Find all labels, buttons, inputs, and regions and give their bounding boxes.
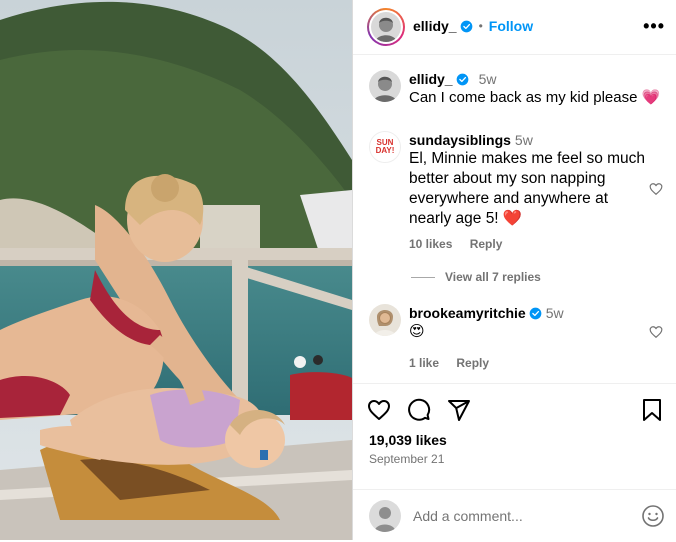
add-comment-input[interactable] — [413, 508, 623, 524]
save-bookmark-icon[interactable] — [641, 398, 663, 422]
post-author-username[interactable]: ellidy_ — [413, 18, 457, 34]
post-header: ellidy_ • Follow ••• — [353, 0, 676, 55]
comment-time[interactable]: 5w — [515, 132, 533, 148]
like-heart-icon[interactable] — [367, 398, 391, 422]
comment-username[interactable]: brookeamyritchie — [409, 305, 526, 321]
commenter-avatar[interactable] — [369, 304, 401, 336]
comment-item: SUN DAY! sundaysiblings 5w El, Minnie ma… — [369, 131, 669, 261]
post-image — [0, 0, 352, 540]
separator-dot: • — [478, 19, 483, 33]
avatar — [371, 12, 401, 42]
like-comment-heart-icon[interactable] — [649, 182, 663, 196]
story-ring[interactable] — [367, 8, 405, 46]
add-comment-row — [353, 489, 676, 542]
comment-likes-count[interactable]: 1 like — [409, 356, 439, 370]
verified-badge-icon — [456, 73, 468, 85]
like-comment-heart-icon[interactable] — [649, 325, 663, 339]
comment-bubble-icon[interactable] — [407, 398, 431, 422]
comment-time[interactable]: 5w — [546, 305, 564, 321]
post-sidebar: ellidy_ • Follow ••• ellidy_ 5w Can I co… — [352, 0, 676, 540]
reply-button[interactable]: Reply — [470, 237, 503, 251]
caption-time[interactable]: 5w — [479, 71, 497, 87]
commenter-avatar[interactable]: SUN DAY! — [369, 131, 401, 163]
view-replies-button[interactable]: View all 7 replies — [411, 270, 541, 284]
post-actions-bar: 19,039 likes September 21 — [353, 383, 676, 541]
caption-username[interactable]: ellidy_ — [409, 71, 453, 87]
caption-avatar[interactable] — [369, 70, 401, 102]
reply-button[interactable]: Reply — [456, 356, 489, 370]
avatar-logo-text: SUN DAY! — [375, 138, 395, 155]
comment-text: 😍 — [409, 323, 425, 340]
comment-item: brookeamyritchie 5w 😍 1 like Reply — [369, 304, 669, 370]
verified-badge-icon — [529, 307, 542, 319]
replies-divider-line — [411, 276, 435, 278]
comment-text: El, Minnie makes me feel so much better … — [409, 150, 646, 227]
caption: ellidy_ 5w Can I come back as my kid ple… — [369, 70, 669, 110]
current-user-avatar — [369, 500, 401, 532]
post-photo[interactable] — [0, 0, 352, 540]
more-options-icon[interactable]: ••• — [643, 16, 665, 37]
view-replies-label: View all 7 replies — [445, 270, 541, 284]
post-date[interactable]: September 21 — [369, 452, 444, 466]
comment-likes-count[interactable]: 10 likes — [409, 237, 452, 251]
share-paper-plane-icon[interactable] — [447, 398, 471, 422]
emoji-picker-icon[interactable] — [641, 504, 665, 528]
comment-username[interactable]: sundaysiblings — [409, 132, 511, 148]
verified-badge-icon — [460, 20, 472, 32]
caption-text: Can I come back as my kid please 💗 — [409, 89, 661, 106]
follow-button[interactable]: Follow — [489, 18, 533, 34]
likes-count[interactable]: 19,039 likes — [369, 432, 447, 448]
